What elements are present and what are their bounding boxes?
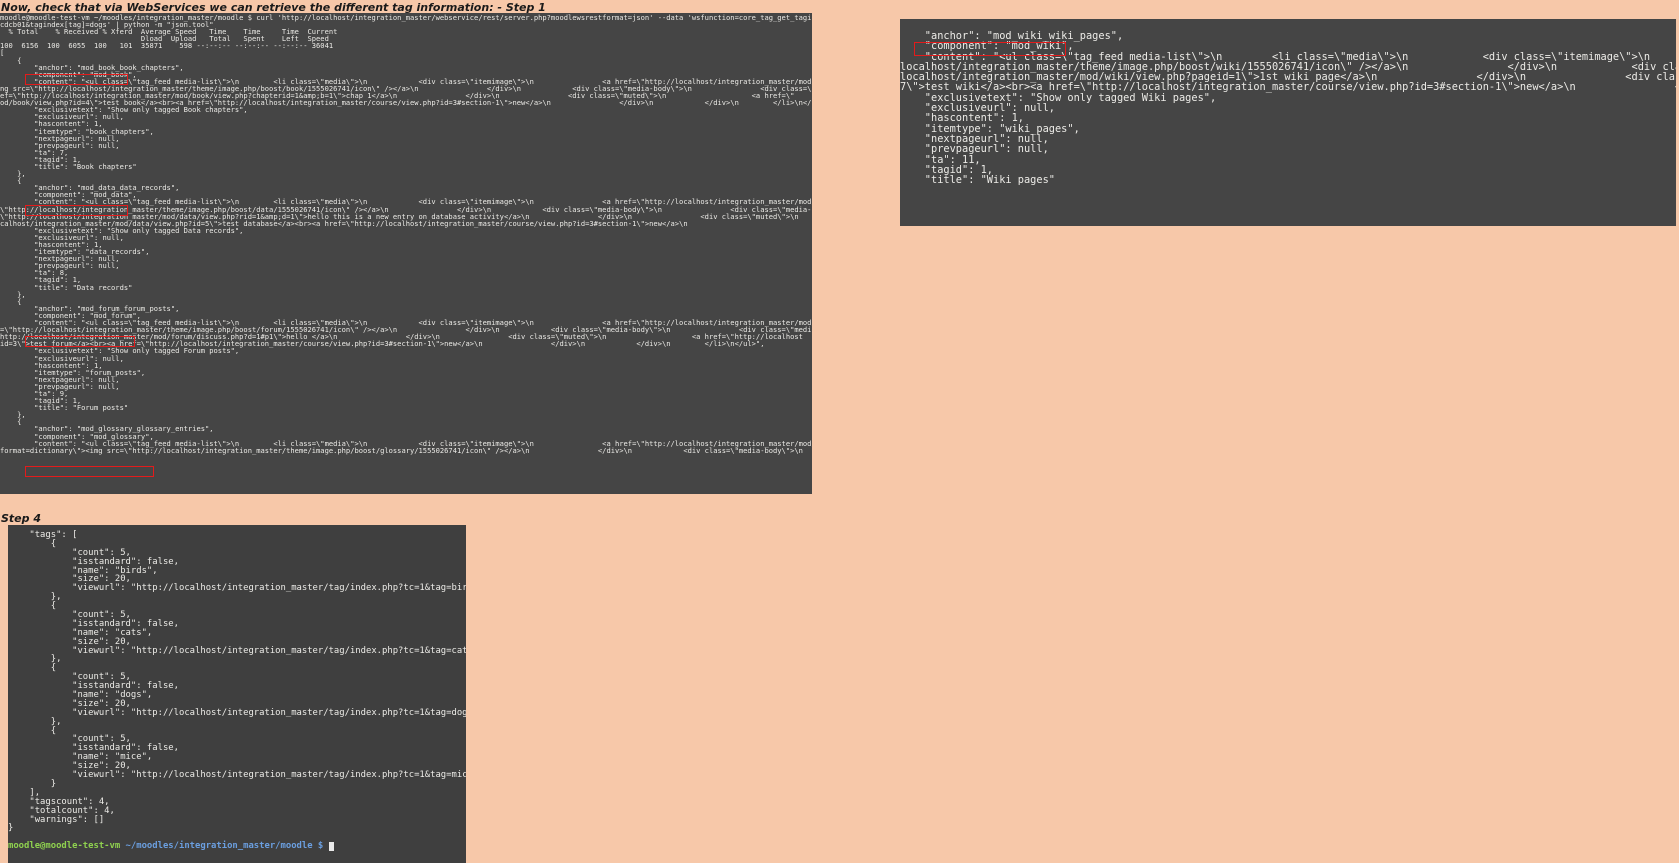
terminal-line: "itemtype": "book_chapters", bbox=[0, 126, 154, 136]
terminal-line: "title": "Forum posts" bbox=[0, 403, 129, 413]
terminal-line: "prevpageurl": null, bbox=[0, 381, 120, 391]
prompt-user: moodle@moodle-test-vm bbox=[8, 841, 121, 852]
terminal-line: "ta": 9, bbox=[0, 388, 69, 398]
terminal-line: "itemtype": "data_records", bbox=[0, 247, 150, 257]
terminal-line: "tags": [ bbox=[8, 530, 78, 540]
terminal-line: "nextpageurl": null, bbox=[0, 254, 120, 264]
terminal-line: "viewurl": "http://localhost/integration… bbox=[8, 770, 466, 781]
terminal-line: "viewurl": "http://localhost/integration… bbox=[8, 707, 466, 718]
terminal-line: "viewurl": "http://localhost/integration… bbox=[8, 583, 466, 594]
terminal-line: }, bbox=[8, 592, 62, 603]
terminal-line: "ta": 8, bbox=[0, 268, 69, 278]
terminal-line: }, bbox=[0, 289, 26, 299]
terminal-line: "viewurl": "http://localhost/integration… bbox=[8, 645, 466, 656]
terminal-line: "exclusiveurl": null, bbox=[0, 353, 124, 363]
terminal-line: "nextpageurl": null, bbox=[0, 133, 120, 143]
terminal-line: "exclusiveurl": null, bbox=[0, 232, 124, 242]
terminal-line: "exclusiveurl": null, bbox=[0, 112, 124, 122]
step1-terminal[interactable]: moodle@moodle-test-vm ~/moodles/integrat… bbox=[0, 13, 812, 494]
terminal-line: }, bbox=[0, 169, 26, 179]
terminal-line: "ta": 7, bbox=[0, 147, 69, 157]
terminal-line: "itemtype": "forum_posts", bbox=[0, 367, 146, 377]
terminal-line: "nextpageurl": null, bbox=[0, 374, 120, 384]
component-highlight-wiki bbox=[914, 42, 1066, 56]
shell-prompt[interactable]: moodle@moodle-test-vm ~/moodles/integrat… bbox=[8, 841, 466, 852]
terminal-line: 100 6156 100 6055 100 101 35871 598 --:-… bbox=[0, 41, 334, 51]
prompt-path: ~/moodles/integration_master/moodle $ bbox=[120, 841, 329, 852]
terminal-line: format=dictionary\"><img src=\"http://lo… bbox=[0, 445, 803, 455]
terminal-line: }, bbox=[8, 654, 62, 665]
component-highlight-data bbox=[25, 205, 128, 216]
terminal-line: } bbox=[8, 823, 14, 834]
component-highlight-glossary bbox=[25, 466, 154, 477]
terminal-cursor bbox=[328, 842, 334, 852]
terminal-line: "title": "Data records" bbox=[0, 282, 133, 292]
terminal-line: "prevpageurl": null, bbox=[0, 140, 120, 150]
terminal-line: [ bbox=[0, 48, 5, 58]
step4-terminal[interactable]: "tags": [ { "count": 5, "isstandard": fa… bbox=[8, 525, 466, 863]
terminal-line: }, bbox=[0, 410, 26, 420]
terminal-line: "warnings": [] bbox=[8, 814, 105, 825]
component-highlight-book bbox=[25, 74, 128, 85]
terminal-line: }, bbox=[8, 716, 62, 727]
component-highlight-forum bbox=[25, 336, 135, 347]
terminal-line: "title": "Wiki pages" bbox=[900, 174, 1055, 187]
terminal-line: "prevpageurl": null, bbox=[0, 261, 120, 271]
step4-heading: Step 4 bbox=[1, 512, 41, 525]
terminal-line: "prevpageurl": null, bbox=[900, 143, 1049, 156]
terminal-line: "title": "Book chapters" bbox=[0, 161, 137, 171]
terminal-line: "ta": 11, bbox=[900, 153, 981, 166]
terminal-line: } bbox=[8, 778, 57, 789]
